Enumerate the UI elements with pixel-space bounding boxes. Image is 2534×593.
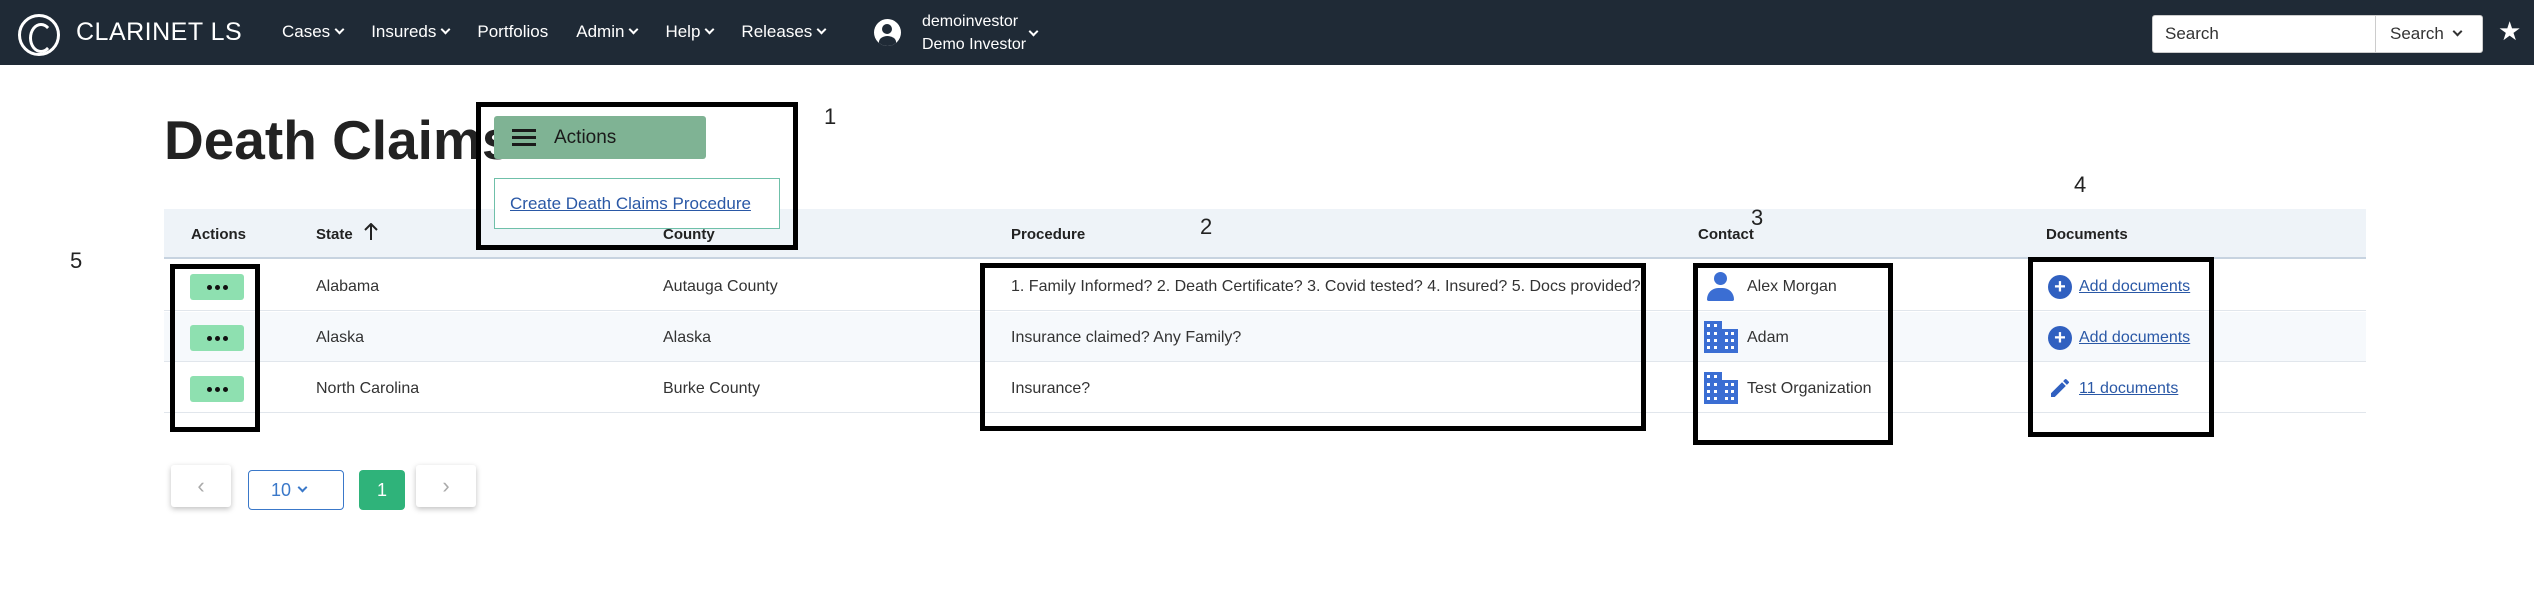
chevron-down-icon (816, 24, 827, 35)
nav-item-cases[interactable]: Cases (282, 22, 345, 42)
cell-state: Alabama (316, 278, 380, 295)
cell-county: Alaska (663, 329, 712, 346)
annotation-box-2 (980, 263, 1646, 431)
annotation-label-2: 2 (1200, 214, 1213, 239)
annotation-box-5 (170, 264, 260, 432)
nav-item-label: Admin (576, 22, 625, 41)
page-size-value: 10 (271, 479, 292, 500)
chevron-right-icon[interactable]: › (416, 465, 476, 507)
cell-state: Alaska (316, 329, 365, 346)
search-button-label: Search (2390, 24, 2444, 43)
nav-item-insureds[interactable]: Insureds (371, 22, 451, 42)
cell-state: North Carolina (316, 380, 420, 397)
page-title: Death Claims (164, 109, 513, 171)
user-display-name: Demo Investor (922, 36, 1027, 53)
annotation-label-1: 1 (824, 104, 837, 129)
nav-item-label: Cases (282, 22, 331, 41)
column-header-contact: Contact (1698, 226, 1754, 243)
clarinet-logo-icon[interactable] (18, 14, 60, 56)
annotation-label-3: 3 (1751, 205, 1764, 230)
nav-item-label: Releases (741, 22, 813, 41)
cell-county: Burke County (663, 380, 760, 397)
chevron-down-icon (334, 24, 345, 35)
column-header-procedure: Procedure (1011, 226, 1086, 243)
brand-name[interactable]: CLARINET LS (76, 18, 242, 47)
page-size-select[interactable]: 10 (248, 470, 344, 510)
nav-item-admin[interactable]: Admin (576, 22, 639, 42)
nav-item-label: Insureds (371, 22, 437, 41)
main-nav: Cases Insureds Portfolios Admin Help Rel… (282, 22, 853, 42)
nav-item-help[interactable]: Help (665, 22, 715, 42)
star-icon[interactable]: ★ (2498, 16, 2521, 47)
account-circle-icon[interactable] (874, 19, 901, 46)
arrow-up-icon[interactable] (364, 223, 378, 241)
column-header-documents: Documents (2046, 226, 2128, 243)
chevron-left-icon[interactable]: ‹ (171, 465, 231, 507)
search-input[interactable] (2152, 15, 2376, 53)
annotation-label-4: 4 (2074, 172, 2087, 197)
annotation-label-5: 5 (70, 248, 83, 273)
column-header-state[interactable]: State (316, 226, 353, 243)
chevron-down-icon (629, 24, 639, 35)
annotation-box-1 (476, 102, 798, 250)
nav-item-portfolios[interactable]: Portfolios (477, 22, 548, 42)
search-button[interactable]: Search (2375, 15, 2483, 53)
chevron-down-icon (297, 482, 308, 493)
nav-item-label: Help (665, 22, 701, 41)
chevron-down-icon (704, 24, 715, 35)
cell-county: Autauga County (663, 278, 778, 295)
top-navbar: CLARINET LS Cases Insureds Portfolios Ad… (0, 0, 2534, 65)
page-number-button[interactable]: 1 (359, 470, 405, 510)
nav-item-label: Portfolios (477, 22, 549, 41)
chevron-down-icon[interactable] (1028, 26, 1039, 37)
user-menu[interactable]: demoinvestor Demo Investor (922, 10, 1026, 56)
username: demoinvestor (922, 13, 1019, 30)
annotation-box-4 (2028, 257, 2214, 437)
annotation-box-3 (1693, 263, 1893, 445)
chevron-down-icon (440, 24, 451, 35)
chevron-down-icon (2452, 26, 2463, 37)
column-header-actions: Actions (191, 226, 247, 243)
nav-item-releases[interactable]: Releases (741, 22, 827, 42)
